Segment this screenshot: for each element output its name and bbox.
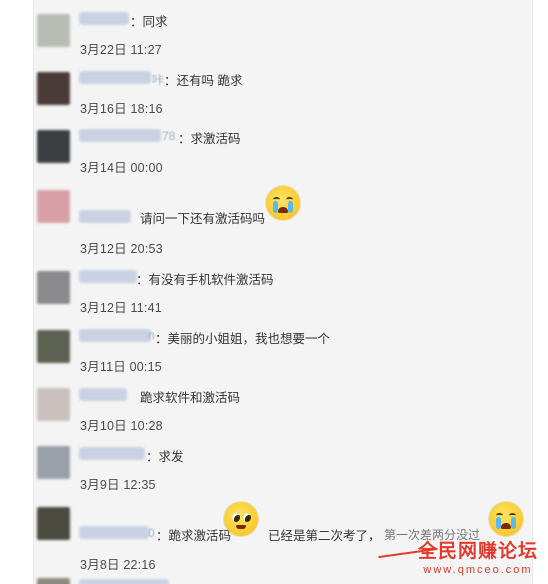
commenter-name-tail: 0 <box>148 526 155 540</box>
crying-emoji-icon <box>266 186 300 220</box>
comment-item: n ：美丽的小姐姐，我也想要一个 3月11日 00:15 <box>34 320 532 379</box>
avatar[interactable] <box>37 190 70 223</box>
commenter-name-blurred[interactable] <box>79 526 149 539</box>
comment-text: ：求发 <box>146 450 184 464</box>
commenter-name-blurred[interactable] <box>79 129 161 142</box>
comment-date: 3月16日 18:16 <box>80 102 163 116</box>
comment-text: ：有没有手机软件激活码 <box>136 273 274 287</box>
commenter-name-tail: 78 <box>162 129 176 143</box>
avatar[interactable] <box>37 330 70 363</box>
commenter-name-tail: 咔 <box>152 73 165 87</box>
site-watermark: 全民网赚论坛 www.qmceo.com <box>378 536 538 576</box>
avatar[interactable] <box>37 446 70 479</box>
commenter-name-blurred[interactable] <box>79 71 151 84</box>
comment-date: 3月12日 11:41 <box>80 301 162 315</box>
comment-text: ：还有吗 跪求 <box>164 74 243 88</box>
commenter-name-blurred[interactable] <box>79 579 169 584</box>
comment-item: ：求发 3月9日 12:35 <box>34 438 532 499</box>
avatar[interactable] <box>37 578 70 584</box>
watermark-url: www.qmceo.com <box>423 564 533 576</box>
comment-text: ：同求 <box>130 15 168 29</box>
comment-date: 3月12日 20:53 <box>80 242 163 256</box>
avatar[interactable] <box>37 72 70 105</box>
commenter-name-blurred[interactable] <box>79 210 131 223</box>
comment-text: ：求激活码 <box>178 132 241 146</box>
comment-date: 3月22日 11:27 <box>80 43 162 57</box>
commenter-name-tail: n <box>148 328 155 342</box>
commenter-name-blurred[interactable] <box>79 270 137 283</box>
comment-text-continued: 已经是第二次考了， <box>268 529 381 543</box>
comment-list: ：同求 3月22日 11:27 咔 ：还有吗 跪求 3月16日 18:16 78… <box>33 0 533 584</box>
comment-item: 跪求软件和激活码 3月10日 10:28 <box>34 378 532 439</box>
avatar[interactable] <box>37 130 70 163</box>
commenter-name-blurred[interactable] <box>79 329 151 342</box>
comment-date: 3月11日 00:15 <box>80 360 162 374</box>
comment-item: 请问一下还有激活码吗 3月12日 20:53 <box>34 180 532 263</box>
avatar[interactable] <box>37 271 70 304</box>
crying-emoji-icon <box>489 502 523 536</box>
comment-date: 3月14日 00:00 <box>80 161 163 175</box>
pleading-emoji-icon <box>224 502 258 536</box>
commenter-name-blurred[interactable] <box>79 388 127 401</box>
comment-item: ：有没有手机软件激活码 3月12日 11:41 <box>34 262 532 321</box>
comment-text: 跪求软件和激活码 <box>140 391 241 405</box>
avatar[interactable] <box>37 507 70 540</box>
comment-item: 咔 ：还有吗 跪求 3月16日 18:16 <box>34 62 532 121</box>
avatar[interactable] <box>37 14 70 47</box>
comment-item: 78 ：求激活码 3月14日 00:00 <box>34 120 532 181</box>
commenter-name-blurred[interactable] <box>79 447 145 460</box>
comment-date: 3月10日 10:28 <box>80 419 163 433</box>
comment-text: ：跪求激活码 <box>156 529 232 543</box>
comment-item: ：同求 3月22日 11:27 <box>34 0 532 63</box>
comment-text: 请问一下还有激活码吗 <box>140 212 266 226</box>
comment-date: 3月9日 12:35 <box>80 478 156 492</box>
avatar[interactable] <box>37 388 70 421</box>
comment-text: ：美丽的小姐姐，我也想要一个 <box>155 332 331 346</box>
commenter-name-blurred[interactable] <box>79 12 129 25</box>
